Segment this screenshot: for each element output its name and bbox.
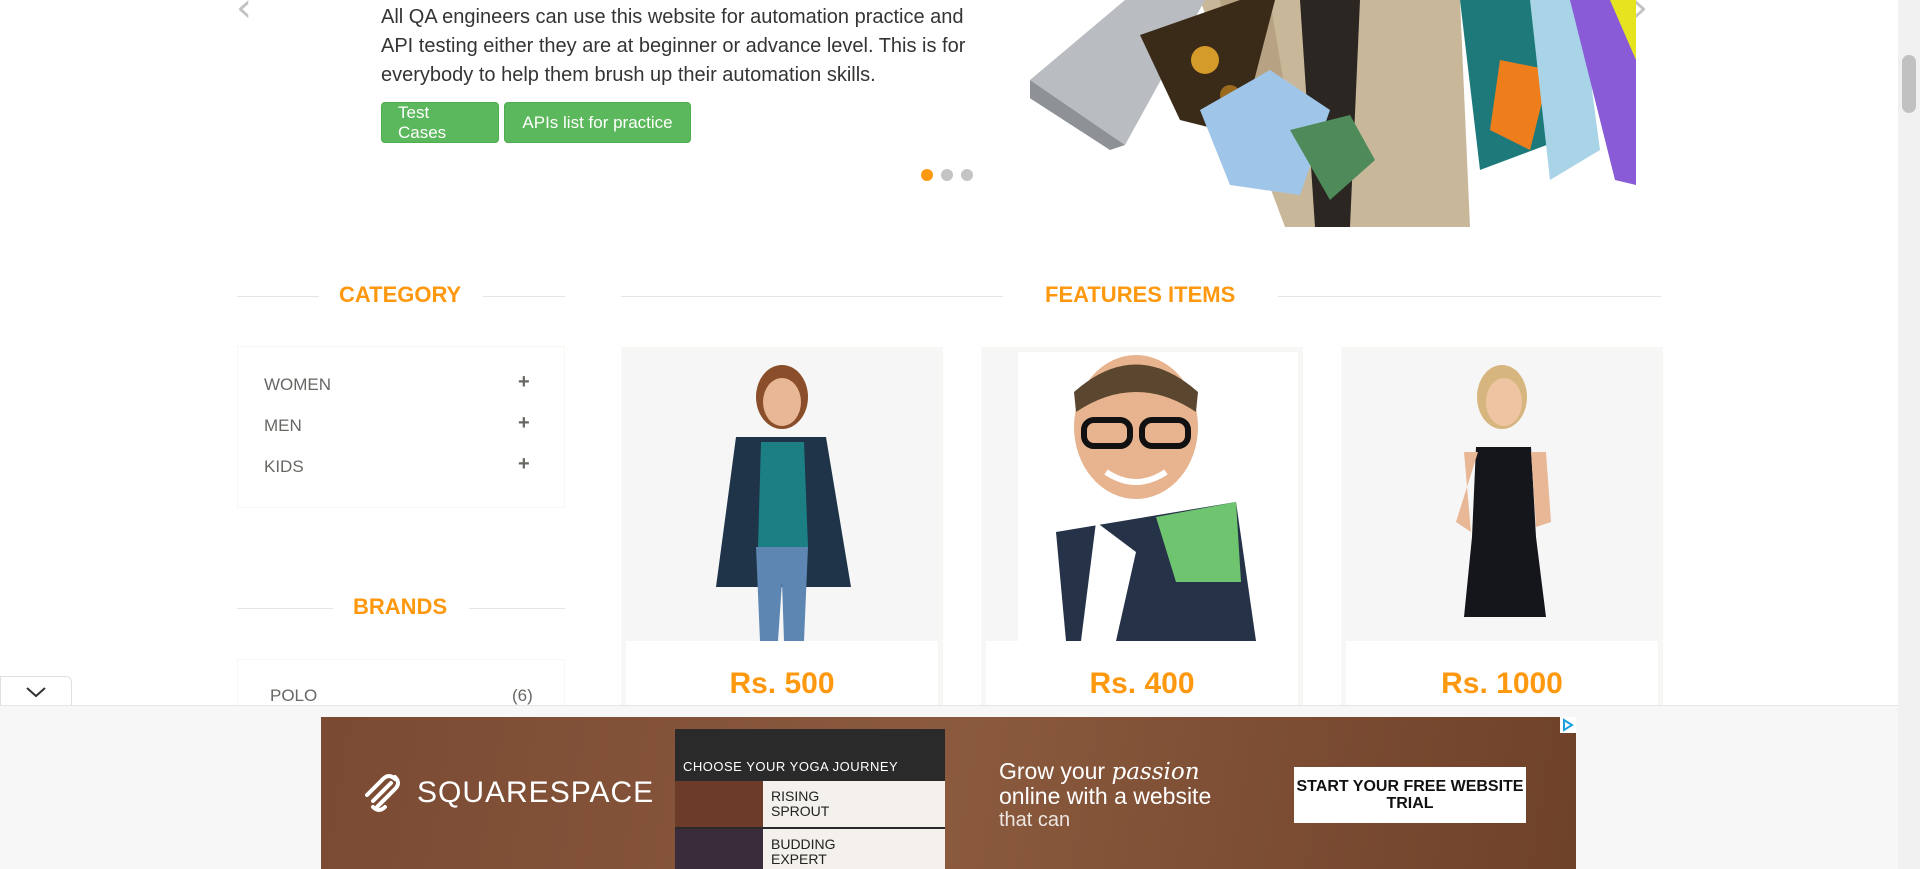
- category-item-men[interactable]: MEN: [264, 416, 302, 436]
- product-price: Rs. 500: [729, 667, 835, 700]
- product-card: Rs. 1000: [1341, 347, 1663, 727]
- brand-item-polo[interactable]: POLO: [270, 686, 317, 706]
- ad-copy-line2: online with a website: [999, 783, 1212, 809]
- product-image: [986, 352, 1298, 641]
- plus-icon[interactable]: +: [518, 453, 530, 476]
- squarespace-icon: [365, 774, 400, 812]
- ad-preview-row: BUDDING EXPERT: [675, 829, 945, 869]
- ad-copy-line1: Grow your: [999, 758, 1106, 784]
- features-items-title: FEATURES ITEMS: [1025, 282, 1256, 308]
- slider-description: All QA engineers can use this website fo…: [381, 6, 966, 86]
- chevron-down-icon: [26, 686, 46, 697]
- brands-title: BRANDS: [333, 594, 468, 620]
- product-price: Rs. 1000: [1441, 667, 1563, 700]
- apis-list-button[interactable]: APIs list for practice: [504, 102, 691, 143]
- slider-dot-2[interactable]: [941, 169, 953, 181]
- product-image: [626, 352, 938, 641]
- slider-indicators: [921, 169, 973, 181]
- ad-brand-name: SQUARESPACE: [417, 776, 655, 809]
- product-price: Rs. 400: [1089, 667, 1195, 700]
- ad-website-preview: CHOOSE YOUR YOGA JOURNEY RISING SPROUT B…: [675, 729, 945, 869]
- start-free-trial-button[interactable]: START YOUR FREE WEBSITE TRIAL: [1294, 767, 1526, 823]
- category-item-kids[interactable]: KIDS: [264, 457, 304, 477]
- slider-dot-1[interactable]: [921, 169, 933, 181]
- ad-headline: Grow your passion online with a website …: [999, 759, 1289, 832]
- ad-preview-image: [675, 829, 763, 869]
- ad-collapse-toggle[interactable]: [0, 676, 72, 706]
- features-divider-left: [621, 296, 1003, 297]
- category-title: CATEGORY: [319, 282, 482, 308]
- category-panel: WOMEN + MEN + KIDS +: [237, 346, 565, 508]
- category-divider-left: [237, 296, 319, 297]
- test-cases-button[interactable]: Test Cases: [381, 102, 499, 143]
- ad-preview-row-label: BUDDING EXPERT: [771, 836, 836, 867]
- squarespace-logo: SQUARESPACE: [361, 773, 654, 813]
- ad-preview-image: [675, 781, 763, 827]
- brands-divider-right: [469, 608, 565, 609]
- adchoices-icon[interactable]: [1560, 717, 1576, 733]
- ad-copy-italic: passion: [1111, 759, 1200, 785]
- product-card: Rs. 400: [981, 347, 1303, 727]
- page-scrollbar[interactable]: [1898, 0, 1920, 869]
- ad-preview-row: RISING SPROUT: [675, 781, 945, 827]
- product-card: Rs. 500: [621, 347, 943, 727]
- slider-prev-arrow[interactable]: ‹: [236, 0, 252, 28]
- ad-preview-row-label: RISING SPROUT: [771, 788, 830, 819]
- brands-divider-left: [237, 608, 333, 609]
- squarespace-ad[interactable]: SQUARESPACE CHOOSE YOUR YOGA JOURNEY RIS…: [321, 717, 1576, 869]
- brand-count: (6): [512, 686, 533, 705]
- ad-preview-heading: CHOOSE YOUR YOGA JOURNEY: [683, 759, 899, 774]
- page: ‹ › All QA engineers can use this websit…: [0, 0, 1920, 869]
- category-item-women[interactable]: WOMEN: [264, 375, 331, 395]
- hero-shopping-bags-image: [1030, 0, 1636, 227]
- slider-dot-3[interactable]: [961, 169, 973, 181]
- plus-icon[interactable]: +: [518, 371, 530, 394]
- features-divider-right: [1278, 296, 1661, 297]
- scrollbar-thumb[interactable]: [1902, 55, 1916, 113]
- ad-copy-line3: that can: [999, 809, 1071, 831]
- category-divider-right: [483, 296, 565, 297]
- plus-icon[interactable]: +: [518, 412, 530, 435]
- product-image: [1346, 352, 1658, 641]
